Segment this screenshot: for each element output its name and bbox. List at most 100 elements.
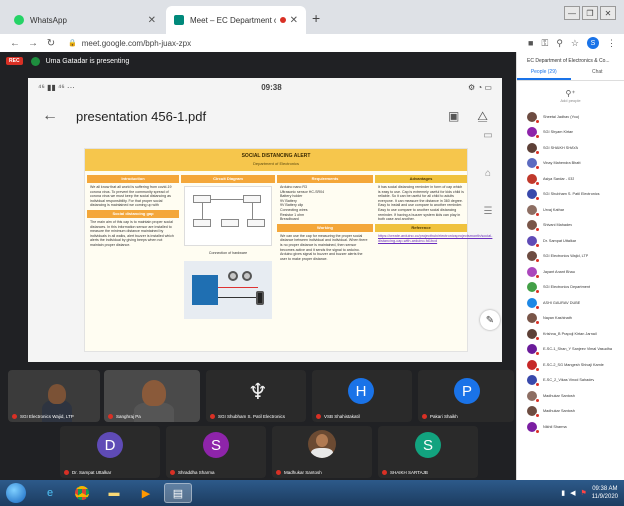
participant-name: Asiya Sardar - 033: [543, 176, 575, 181]
participant-row[interactable]: SGI Electronics Department: [517, 280, 624, 296]
phone-side-buttons: ▭ ⌂ ☰: [478, 130, 498, 244]
close-icon[interactable]: ✕: [290, 15, 298, 26]
forward-button[interactable]: →: [26, 38, 40, 49]
participant-tile[interactable]: Madhukar Santosh: [272, 426, 372, 478]
avatar: [527, 375, 540, 388]
mic-off-icon: [535, 351, 540, 357]
participant-tile[interactable]: D Dr. Sampat Uttalkar: [60, 426, 160, 478]
participant-name: SHAIKH SARTAJB: [390, 470, 428, 475]
address-bar[interactable]: 🔒 meet.google.com/bph-juax-zpx: [68, 36, 528, 50]
participant-name: SGI Shubham S. Patil Electronics: [543, 192, 600, 197]
emblem-avatar: ♆: [248, 380, 268, 405]
flag-icon[interactable]: ⚑: [580, 489, 586, 497]
avatar: [527, 158, 540, 171]
participant-row[interactable]: Madhukar Santosh: [517, 388, 624, 404]
participant-tile[interactable]: Sanghraj Pa: [104, 370, 200, 422]
participant-row[interactable]: Jayant Anant Bhau: [517, 264, 624, 280]
reload-button[interactable]: ↻: [44, 38, 58, 49]
presenting-text: Uma Gatadar is presenting: [45, 57, 130, 65]
mic-off-icon: [422, 414, 427, 419]
participant-row[interactable]: Urvaj Kathar: [517, 202, 624, 218]
participant-row[interactable]: SGI Electronics Wajid, LTP: [517, 249, 624, 265]
back-button[interactable]: ←: [8, 38, 22, 49]
star-icon[interactable]: ☆: [571, 38, 579, 49]
participant-row[interactable]: Krishna_B Prapoji Kirtan Jarnail: [517, 326, 624, 342]
participant-row[interactable]: E-SC_2_Vikas Vinod Sahadev: [517, 373, 624, 389]
participant-row[interactable]: Sheetal Jadhav (You): [517, 109, 624, 125]
participant-row[interactable]: Dr. Sampat Uttalkar: [517, 233, 624, 249]
mic-off-icon: [535, 242, 540, 248]
media-icon[interactable]: ▶: [132, 483, 160, 503]
signal-status: ⁴⁶ ▮▮ ⁴⁶ ···: [38, 82, 75, 92]
shared-screen: ⁴⁶ ▮▮ ⁴⁶ ··· 09:38 ⚙ ◔ ▭ ← presentation …: [28, 78, 502, 362]
participant-tile[interactable]: H VSB Shahistakatil: [312, 370, 412, 422]
participant-row[interactable]: Vinay Mahendra Bhatt: [517, 156, 624, 172]
poster-column-intro: Introduction We all know that all world …: [87, 175, 179, 351]
mic-off-icon: [535, 196, 540, 202]
volume-icon[interactable]: ◀: [570, 489, 575, 497]
participant-name: SGI Electronics Department: [543, 285, 591, 290]
folder-icon[interactable]: ▬: [100, 483, 128, 503]
phone-clock: 09:38: [261, 82, 282, 92]
poster-title: SOCIAL DISTANCING ALERT: [241, 153, 311, 159]
participant-tile[interactable]: P Pakari Shaikh: [418, 370, 514, 422]
back-arrow-icon[interactable]: ←: [42, 107, 58, 125]
participant-row[interactable]: SGI Shyam Kirtan: [517, 125, 624, 141]
ie-icon[interactable]: e: [36, 483, 64, 503]
participant-row[interactable]: Madhukar Santosh: [517, 404, 624, 420]
camera-icon[interactable]: ■: [528, 38, 533, 48]
search-icon[interactable]: ⚲: [556, 38, 563, 49]
close-window-button[interactable]: ✕: [600, 6, 616, 20]
participant-row[interactable]: SGI Shubham S. Patil Electronics: [517, 187, 624, 203]
section-heading: Advantages: [375, 175, 467, 183]
home-icon[interactable]: ⌂: [478, 168, 498, 206]
tab-meet[interactable]: Meet – EC Department of El ✕: [166, 6, 306, 34]
clock[interactable]: 09:38 AM 11/9/2020: [592, 485, 618, 501]
participant-name: Pakari Shaikh: [430, 414, 458, 419]
add-people-button[interactable]: ⚲⁺ Add people: [517, 89, 624, 103]
profile-avatar[interactable]: S: [587, 37, 599, 49]
avatar: [527, 204, 540, 217]
participant-tile[interactable]: SGI Electronics Wajid, LTP: [8, 370, 100, 422]
participant-row[interactable]: E-SC-1_Shan_Y Sanjeev Vimal Vasudha: [517, 342, 624, 358]
participant-row[interactable]: Nayan Kashinath: [517, 311, 624, 327]
menu-icon[interactable]: ⋮: [607, 38, 616, 49]
participant-row[interactable]: Nikhil Sharma: [517, 419, 624, 435]
participant-list: Sheetal Jadhav (You) SGI Shyam Kirtan SGI …: [517, 109, 624, 435]
window-app-icon[interactable]: ▤: [164, 483, 192, 503]
tab-people[interactable]: People (29): [517, 66, 571, 80]
recent-apps-icon[interactable]: ▭: [478, 130, 498, 168]
edit-pen-icon[interactable]: ✎: [480, 310, 500, 330]
participant-row[interactable]: Asiya Sardar - 033: [517, 171, 624, 187]
network-icon[interactable]: ▮: [561, 489, 565, 497]
meet-presenting-bar: REC Uma Gatadar is presenting: [0, 52, 516, 70]
participant-row[interactable]: SGI SHAIKH SHAYA: [517, 140, 624, 156]
close-icon[interactable]: ✕: [148, 15, 156, 26]
tab-chat[interactable]: Chat: [571, 66, 624, 80]
battery-status: ⚙ ◔ ▭: [467, 82, 492, 92]
document-icon[interactable]: ▣: [448, 109, 459, 123]
key-icon[interactable]: ⚿: [541, 38, 548, 49]
menu-lines-icon[interactable]: ☰: [478, 206, 498, 244]
maximize-button[interactable]: ❐: [582, 6, 598, 20]
circuit-diagram: [184, 186, 272, 246]
new-tab-button[interactable]: +: [312, 10, 320, 26]
avatar: [527, 390, 540, 403]
participant-tile[interactable]: S Shraddha Sharma: [166, 426, 266, 478]
tab-whatsapp[interactable]: WhatsApp ✕: [6, 6, 164, 34]
chrome-icon[interactable]: [68, 483, 96, 503]
reference-link[interactable]: https://create.arduino.cc/projecthub/ele…: [375, 232, 492, 246]
participant-row[interactable]: E-SC-2_SG Mangesh Shivaji Kamle: [517, 357, 624, 373]
participant-tile[interactable]: S SHAIKH SARTAJB: [378, 426, 478, 478]
avatar: D: [97, 432, 123, 458]
participant-name: Madhukar Santosh: [284, 470, 322, 475]
start-button[interactable]: [6, 483, 26, 503]
meeting-name: EC Department of Electronics & Co...: [527, 58, 610, 64]
participant-row[interactable]: Shivani Mahadev: [517, 218, 624, 234]
section-heading: Social distancing gap: [87, 209, 179, 218]
minimize-button[interactable]: —: [564, 6, 580, 20]
share-icon[interactable]: ⧋: [477, 109, 488, 124]
participant-tile[interactable]: ♆ SGI Shubham S. Patil Electronics: [206, 370, 306, 422]
whatsapp-icon: [14, 15, 24, 25]
participant-row[interactable]: ASHI GAURAV DUBE: [517, 295, 624, 311]
